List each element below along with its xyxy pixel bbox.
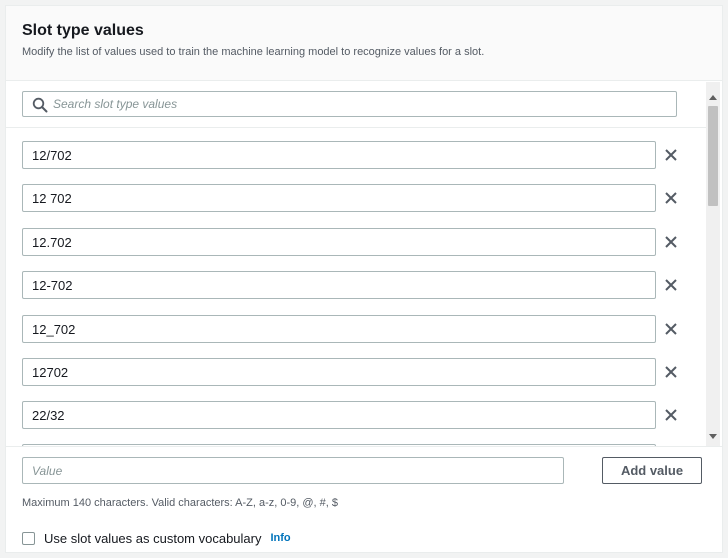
slot-value-field[interactable]: 12_702	[22, 315, 656, 343]
slot-value-field[interactable]: 12 702	[22, 184, 656, 212]
value-row: 12 702	[22, 184, 702, 212]
new-value-input[interactable]	[22, 457, 564, 484]
add-value-button[interactable]: Add value	[602, 457, 702, 484]
remove-value-button[interactable]	[660, 274, 682, 296]
close-icon	[665, 236, 677, 248]
remove-value-button[interactable]	[660, 231, 682, 253]
remove-value-button[interactable]	[660, 187, 682, 209]
remove-value-button[interactable]	[660, 318, 682, 340]
custom-vocabulary-label[interactable]: Use slot values as custom vocabulary	[44, 531, 261, 546]
custom-vocabulary-option: Use slot values as custom vocabulary Inf…	[22, 529, 291, 547]
scrollbar-thumb[interactable]	[708, 106, 718, 206]
search-input[interactable]	[53, 94, 668, 114]
panel-title: Slot type values	[22, 22, 144, 39]
value-row: 22/32	[22, 401, 702, 429]
slot-value-field[interactable]: 12/702	[22, 141, 656, 169]
custom-vocabulary-checkbox[interactable]	[22, 531, 35, 545]
scroll-down-arrow-icon[interactable]	[706, 430, 720, 444]
close-icon	[665, 279, 677, 291]
value-row: 12-702	[22, 271, 702, 299]
remove-value-button[interactable]	[660, 404, 682, 426]
value-row: 12702	[22, 358, 702, 386]
close-icon	[665, 149, 677, 161]
panel-header: Slot type values Modify the list of valu…	[6, 6, 722, 81]
info-link[interactable]: Info	[270, 532, 290, 544]
slot-value-field[interactable]: 12-702	[22, 271, 656, 299]
value-row: 12.702	[22, 228, 702, 256]
slot-value-field[interactable]: 12702	[22, 358, 656, 386]
value-constraint-text: Maximum 140 characters. Valid characters…	[22, 497, 339, 509]
slot-type-values-panel: Slot type values Modify the list of valu…	[5, 5, 723, 553]
close-icon	[665, 366, 677, 378]
slot-value-field[interactable]: 12.702	[22, 228, 656, 256]
remove-value-button[interactable]	[660, 144, 682, 166]
slot-value-field[interactable]: 22/32	[22, 401, 656, 429]
remove-value-button[interactable]	[660, 361, 682, 383]
search-row	[6, 82, 706, 128]
close-icon	[665, 192, 677, 204]
close-icon	[665, 323, 677, 335]
scroll-up-arrow-icon[interactable]	[706, 90, 720, 104]
value-row: 12/702	[22, 141, 702, 169]
close-icon	[665, 409, 677, 421]
add-value-footer: Add value Maximum 140 characters. Valid …	[6, 446, 722, 552]
list-scrollbar[interactable]	[706, 82, 720, 446]
panel-subtitle: Modify the list of values used to train …	[22, 46, 485, 58]
search-box[interactable]	[22, 91, 677, 117]
search-icon	[32, 97, 48, 113]
value-row: 12_702	[22, 315, 702, 343]
values-list: 12/702 12 702 12.702 12-702 12_702	[6, 82, 722, 446]
